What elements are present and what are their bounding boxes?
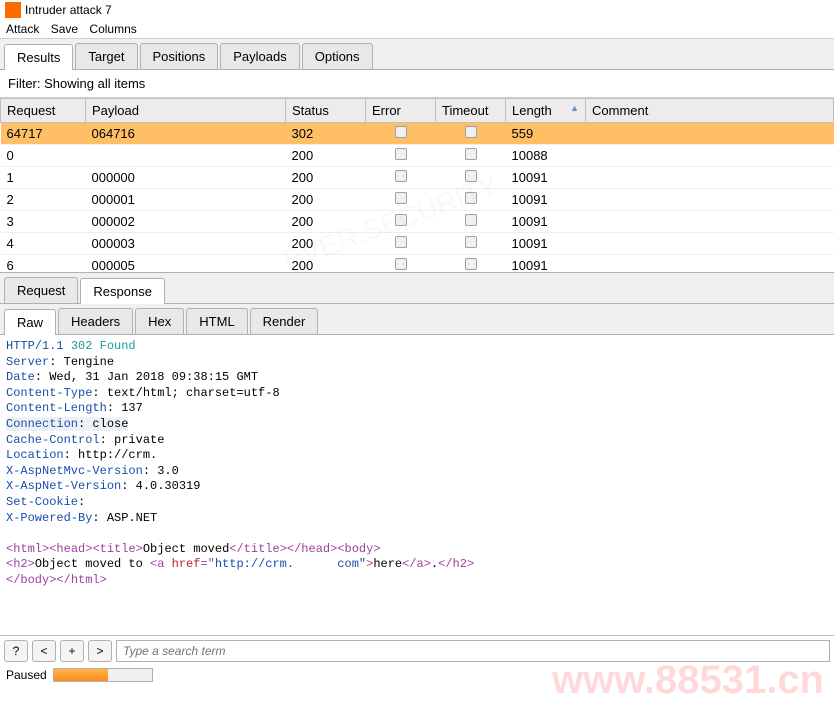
- add-button[interactable]: +: [60, 640, 84, 662]
- tab-positions[interactable]: Positions: [140, 43, 219, 69]
- table-row[interactable]: 200000120010091: [1, 189, 834, 211]
- checkbox-icon: [395, 258, 407, 270]
- next-button[interactable]: >: [88, 640, 112, 662]
- checkbox-icon: [465, 192, 477, 204]
- tab-render[interactable]: Render: [250, 308, 319, 334]
- checkbox-icon: [395, 236, 407, 248]
- app-icon: [5, 2, 21, 18]
- checkbox-icon: [465, 214, 477, 226]
- checkbox-icon: [465, 148, 477, 160]
- col-request[interactable]: Request: [1, 99, 86, 123]
- window-title: Intruder attack 7: [25, 3, 112, 17]
- col-timeout[interactable]: Timeout: [436, 99, 506, 123]
- checkbox-icon: [395, 192, 407, 204]
- checkbox-icon: [465, 258, 477, 270]
- table-row[interactable]: 64717064716302559: [1, 123, 834, 145]
- tab-payloads[interactable]: Payloads: [220, 43, 299, 69]
- checkbox-icon: [395, 170, 407, 182]
- tab-options[interactable]: Options: [302, 43, 373, 69]
- checkbox-icon: [465, 126, 477, 138]
- search-bar: ? < + >: [0, 635, 834, 666]
- table-row[interactable]: 100000020010091: [1, 167, 834, 189]
- tab-headers[interactable]: Headers: [58, 308, 133, 334]
- col-status[interactable]: Status: [286, 99, 366, 123]
- tab-raw[interactable]: Raw: [4, 309, 56, 335]
- menu-bar: Attack Save Columns: [0, 20, 834, 39]
- menu-columns[interactable]: Columns: [89, 22, 136, 36]
- tab-hex[interactable]: Hex: [135, 308, 184, 334]
- prev-button[interactable]: <: [32, 640, 56, 662]
- checkbox-icon: [395, 126, 407, 138]
- checkbox-icon: [465, 170, 477, 182]
- checkbox-icon: [465, 236, 477, 248]
- checkbox-icon: [395, 148, 407, 160]
- col-error[interactable]: Error: [366, 99, 436, 123]
- col-payload[interactable]: Payload: [86, 99, 286, 123]
- tab-results[interactable]: Results: [4, 44, 73, 70]
- status-bar: Paused: [0, 666, 834, 684]
- table-row[interactable]: 300000220010091: [1, 211, 834, 233]
- col-comment[interactable]: Comment: [586, 99, 834, 123]
- menu-attack[interactable]: Attack: [6, 22, 39, 36]
- checkbox-icon: [395, 214, 407, 226]
- request-response-tabs: RequestResponse: [0, 273, 834, 304]
- title-bar: Intruder attack 7: [0, 0, 834, 20]
- tab-html[interactable]: HTML: [186, 308, 247, 334]
- main-tabs: ResultsTargetPositionsPayloadsOptions: [0, 39, 834, 70]
- tab-request[interactable]: Request: [4, 277, 78, 303]
- progress-bar: [53, 668, 153, 682]
- help-button[interactable]: ?: [4, 640, 28, 662]
- table-row[interactable]: 600000520010091: [1, 255, 834, 274]
- tab-response[interactable]: Response: [80, 278, 165, 304]
- status-label: Paused: [6, 668, 47, 682]
- table-row[interactable]: 020010088: [1, 145, 834, 167]
- filter-text: Filter: Showing all items: [8, 76, 145, 91]
- menu-save[interactable]: Save: [51, 22, 78, 36]
- results-table: Request Payload Status Error Timeout Len…: [0, 98, 834, 273]
- table-row[interactable]: 400000320010091: [1, 233, 834, 255]
- filter-bar[interactable]: Filter: Showing all items: [0, 70, 834, 98]
- col-length[interactable]: Length: [506, 99, 586, 123]
- tab-target[interactable]: Target: [75, 43, 137, 69]
- search-input[interactable]: [116, 640, 830, 662]
- response-content[interactable]: HTTP/1.1 302 Found Server: Tengine Date:…: [0, 335, 834, 635]
- view-tabs: RawHeadersHexHTMLRender: [0, 304, 834, 335]
